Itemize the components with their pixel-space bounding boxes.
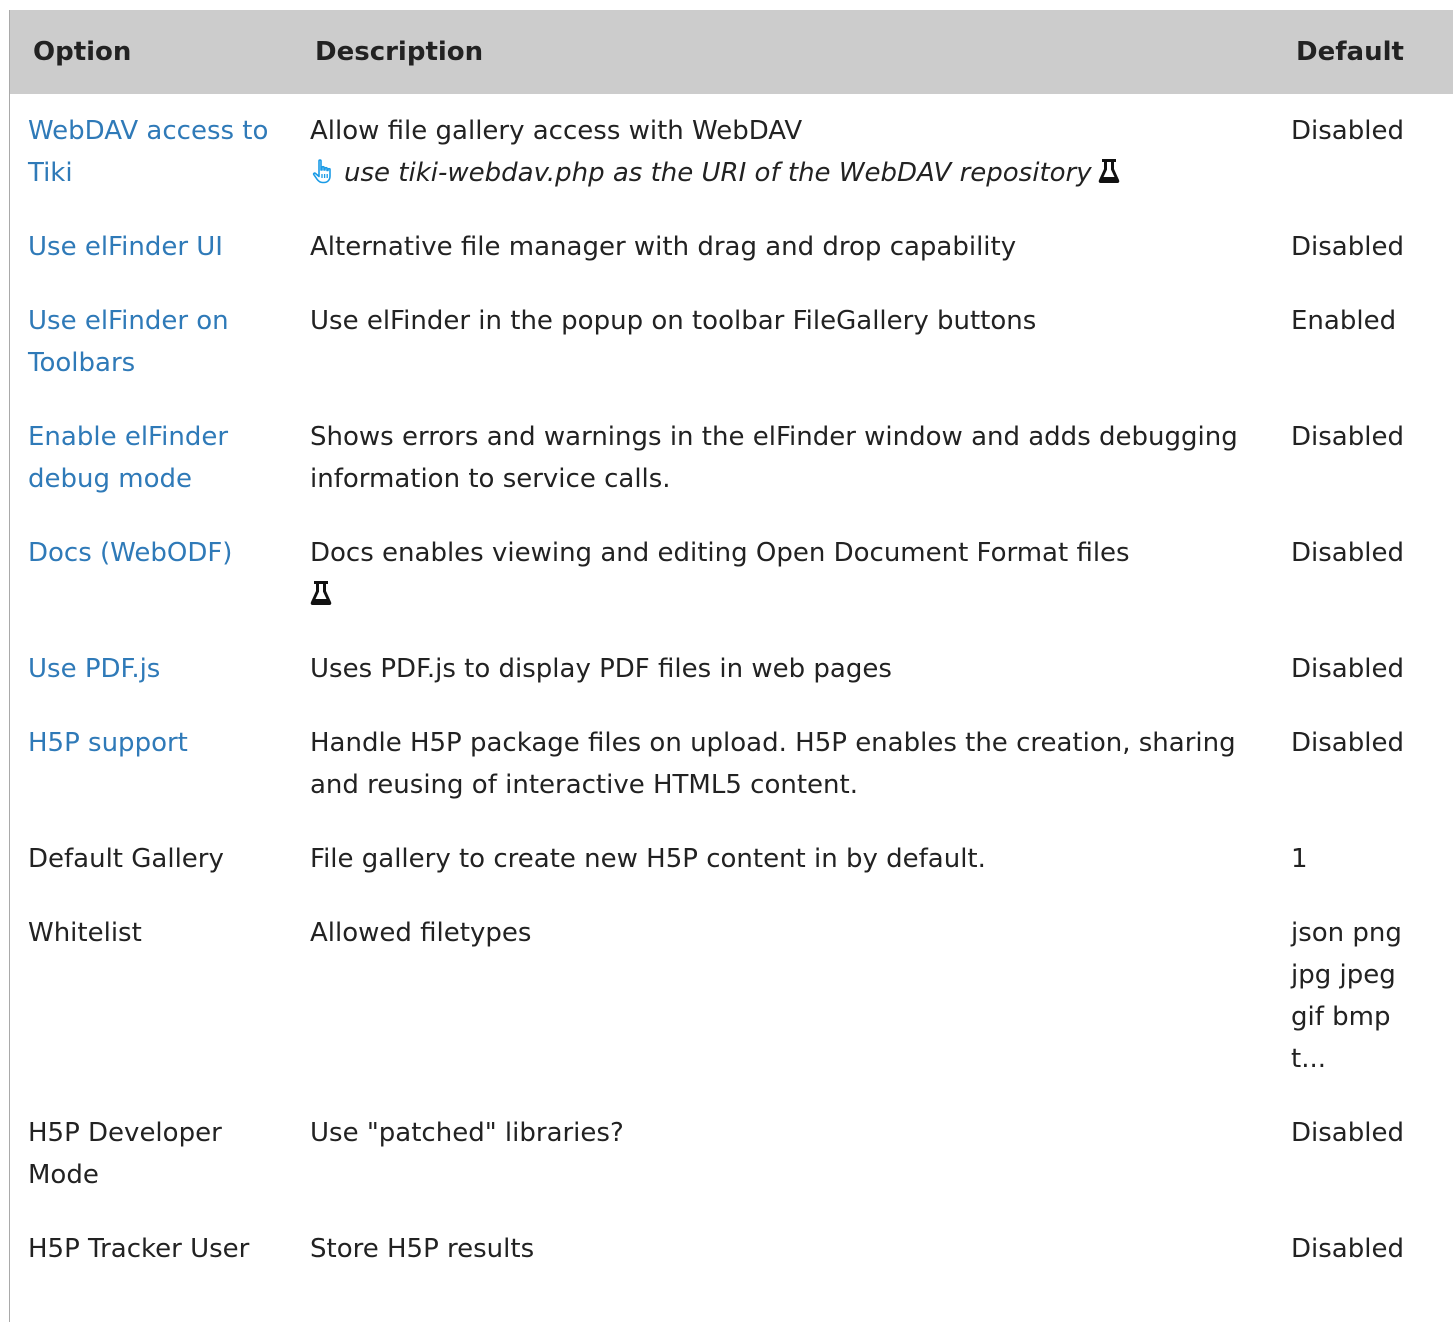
option-label: H5P Tracker User [28, 1234, 250, 1264]
option-label: H5P Developer Mode [28, 1118, 222, 1190]
description-text: Alternative file manager with drag and d… [310, 232, 1017, 262]
table-row: Enable elFinder debug mode Shows errors … [10, 400, 1453, 516]
option-cell: Use PDF.js [10, 632, 292, 706]
default-cell: Disabled [1291, 1118, 1404, 1148]
option-label: Default Gallery [28, 844, 224, 874]
table-row: H5P Developer Mode Use "patched" librari… [10, 1096, 1453, 1212]
option-link-webdav[interactable]: WebDAV access to Tiki [28, 116, 268, 188]
description-text: File gallery to create new H5P content i… [310, 844, 986, 874]
default-cell: Disabled [1291, 116, 1404, 146]
option-cell: WebDAV access to Tiki [10, 94, 292, 210]
description-cell: Docs enables viewing and editing Open Do… [292, 516, 1273, 632]
option-link-h5p-support[interactable]: H5P support [28, 728, 188, 758]
option-link-docs-webodf[interactable]: Docs (WebODF) [28, 538, 232, 568]
table-row: Use elFinder on Toolbars Use elFinder in… [10, 284, 1453, 400]
option-label: Whitelist [28, 918, 142, 948]
option-cell: Enable elFinder debug mode [10, 400, 292, 516]
description-text: Use "patched" libraries? [310, 1118, 624, 1148]
default-cell: Disabled [1291, 654, 1404, 684]
option-link-elfinder-debug[interactable]: Enable elFinder debug mode [28, 422, 228, 494]
table-row: WebDAV access to Tiki Allow file gallery… [10, 94, 1453, 210]
pointing-hand-icon [312, 159, 331, 184]
option-cell: Use elFinder UI [10, 210, 292, 284]
table-row: Docs (WebODF) Docs enables viewing and e… [10, 516, 1453, 632]
description-text: Uses PDF.js to display PDF files in web … [310, 654, 892, 684]
option-link-elfinder-ui[interactable]: Use elFinder UI [28, 232, 223, 262]
default-cell: Enabled [1291, 306, 1397, 336]
default-cell: Disabled [1291, 728, 1404, 758]
table-row: Whitelist Allowed filetypes json png jpg… [10, 896, 1453, 1096]
description-text: Allowed filetypes [310, 918, 532, 948]
description-text: Store H5P results [310, 1234, 535, 1264]
description-text: Use elFinder in the popup on toolbar Fil… [310, 306, 1037, 336]
column-header-option: Option [10, 10, 292, 94]
option-cell: Use elFinder on Toolbars [10, 284, 292, 400]
preferences-page: Option Description Default WebDAV access… [0, 0, 1453, 1322]
table-row: Use PDF.js Uses PDF.js to display PDF fi… [10, 632, 1453, 706]
description-note: use tiki-webdav.php as the URI of the We… [344, 158, 1092, 188]
option-link-elfinder-toolbars[interactable]: Use elFinder on Toolbars [28, 306, 229, 378]
column-header-default: Default [1273, 10, 1453, 94]
table-header-row: Option Description Default [10, 10, 1453, 94]
description-text: Allow file gallery access with WebDAV [310, 116, 803, 146]
default-line: t... [1291, 1044, 1326, 1074]
option-cell: Docs (WebODF) [10, 516, 292, 632]
default-cell: Disabled [1291, 538, 1404, 568]
experimental-flask-icon [1098, 159, 1119, 183]
column-header-description: Description [292, 10, 1273, 94]
default-line: jpg jpeg [1291, 960, 1396, 990]
description-cell: Allow file gallery access with WebDAV us… [292, 94, 1273, 210]
description-text: Handle H5P package files on upload. H5P … [310, 728, 1236, 800]
table-row: H5P Tracker User Store H5P results Disab… [10, 1212, 1453, 1286]
description-text: Shows errors and warnings in the elFinde… [310, 422, 1238, 494]
default-cell: Disabled [1291, 1234, 1404, 1264]
table-row: Use elFinder UI Alternative file manager… [10, 210, 1453, 284]
table-row: Default Gallery File gallery to create n… [10, 822, 1453, 896]
table-row: H5P support Handle H5P package files on … [10, 706, 1453, 822]
preferences-table: Option Description Default WebDAV access… [10, 10, 1453, 1286]
default-cell: json png jpg jpeg gif bmp t... [1273, 896, 1453, 1096]
default-cell: Disabled [1291, 422, 1404, 452]
default-cell: 1 [1291, 844, 1308, 874]
default-line: gif bmp [1291, 1002, 1391, 1032]
experimental-flask-icon [310, 581, 332, 605]
option-link-pdfjs[interactable]: Use PDF.js [28, 654, 160, 684]
option-cell: H5P support [10, 706, 292, 822]
default-cell: Disabled [1291, 232, 1404, 262]
default-line: json png [1291, 918, 1402, 948]
description-text: Docs enables viewing and editing Open Do… [310, 538, 1130, 568]
